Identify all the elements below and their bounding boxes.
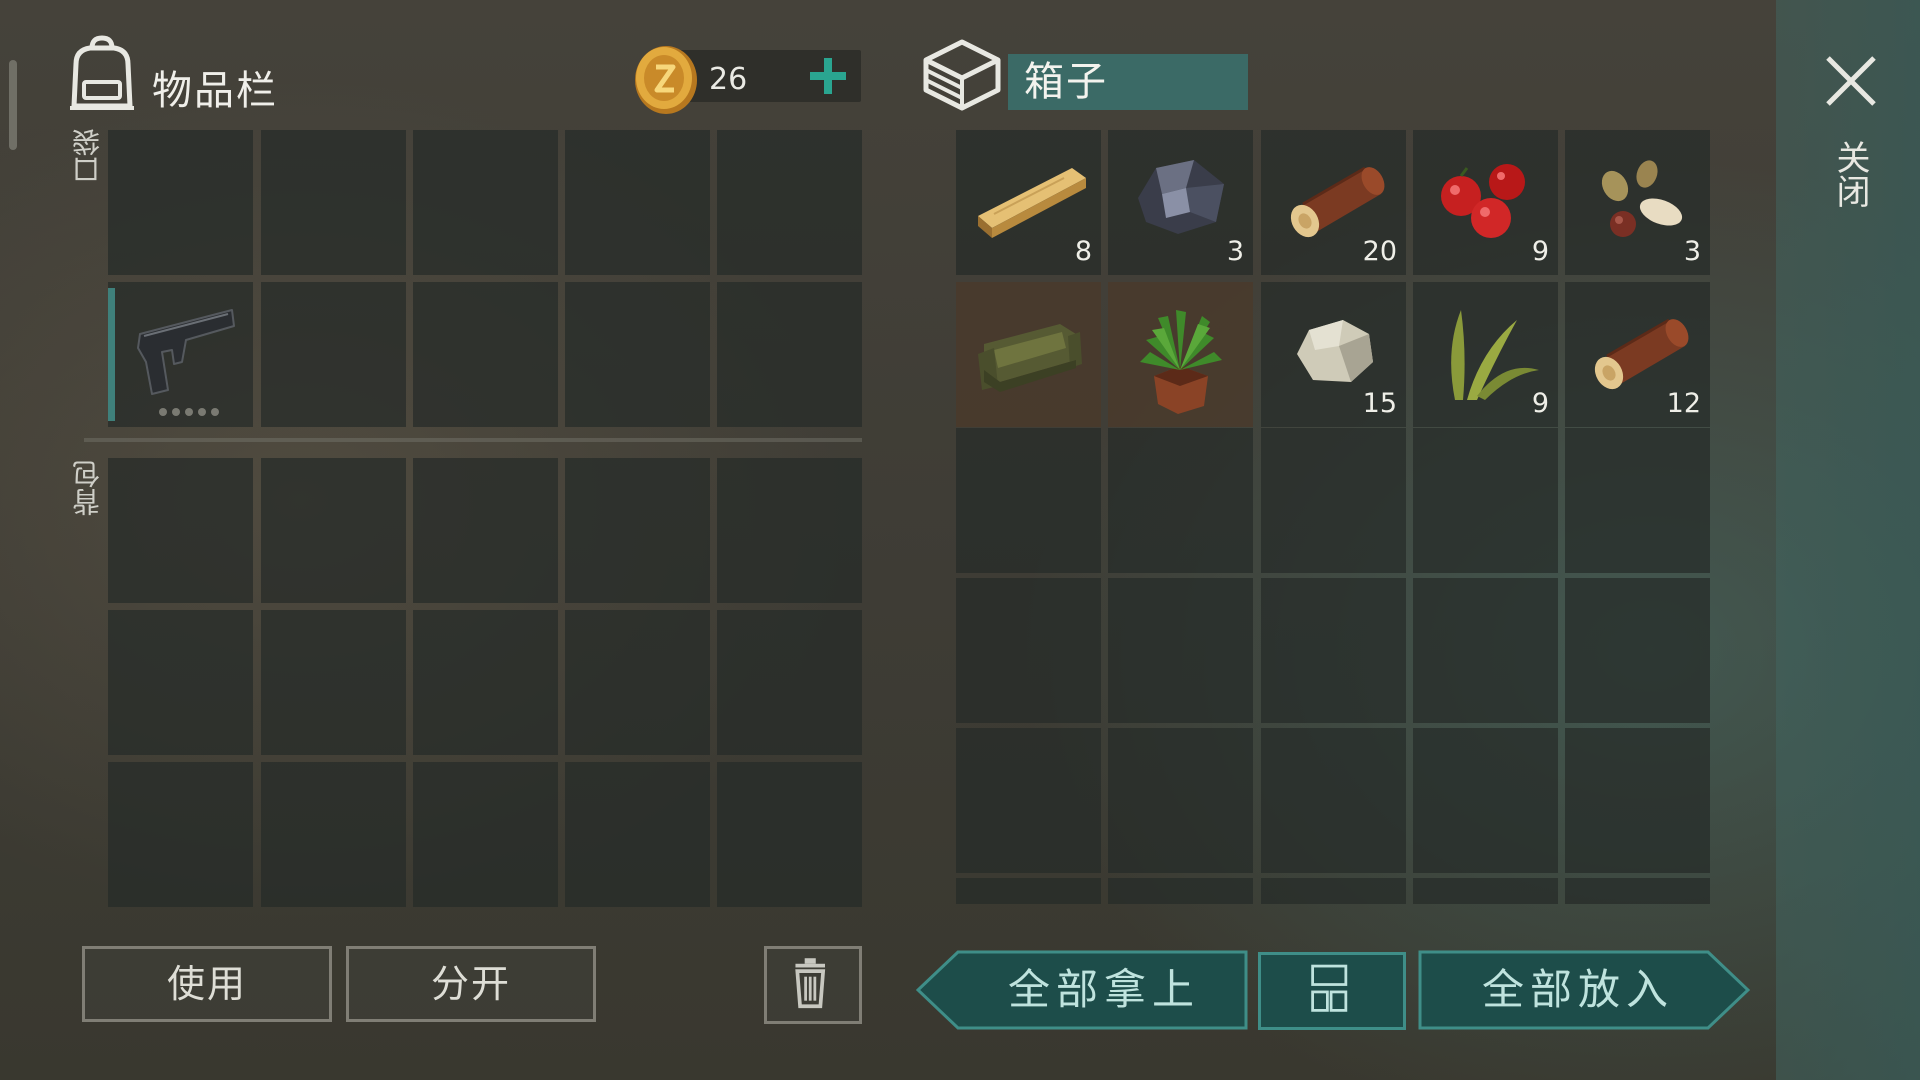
container-slot[interactable] (1108, 578, 1253, 723)
pocket-slot[interactable] (413, 282, 558, 427)
container-slot[interactable] (1261, 578, 1406, 723)
item-quantity: 8 (1074, 236, 1092, 267)
backpack-slot[interactable] (565, 610, 710, 755)
backpack-slot[interactable] (565, 458, 710, 603)
backpack-slot[interactable] (565, 762, 710, 907)
pocket-slot[interactable] (108, 130, 253, 275)
pocket-slot[interactable] (261, 130, 406, 275)
container-slot-potted-plant[interactable] (1108, 282, 1253, 427)
backpack-icon (70, 35, 134, 110)
pocket-slot[interactable] (261, 282, 406, 427)
container-slot-seeds[interactable]: 3 (1565, 130, 1710, 275)
container-slot-berries[interactable]: 9 (1413, 130, 1558, 275)
container-slot[interactable] (1108, 878, 1253, 904)
backpack-label: 背包 (71, 460, 104, 516)
coin-counter: 26 (633, 42, 861, 114)
coin-count: 26 (709, 62, 748, 97)
backpack-slot[interactable] (108, 762, 253, 907)
backpack-slot[interactable] (717, 458, 862, 603)
backpack-slot[interactable] (413, 458, 558, 603)
backpack-slot[interactable] (108, 458, 253, 603)
container-title: 箱子 (1008, 54, 1248, 110)
container-slot[interactable] (1413, 428, 1558, 573)
container-slot-stone[interactable]: 15 (1261, 282, 1406, 427)
pistol-icon (137, 309, 235, 416)
container-slot[interactable] (956, 578, 1101, 723)
item-quantity: 9 (1531, 236, 1549, 267)
container-slot[interactable] (1565, 728, 1710, 873)
backpack-slot[interactable] (261, 762, 406, 907)
inventory-title: 物品栏 (152, 68, 278, 114)
discard-button[interactable] (764, 946, 862, 1024)
potted-plant-icon (1140, 310, 1222, 414)
backpack-slot[interactable] (413, 610, 558, 755)
pocket-slot-pistol[interactable] (108, 282, 253, 427)
container-slot[interactable] (1261, 728, 1406, 873)
put-all-label: 全部放入 (1482, 965, 1675, 1014)
seeds-icon (1601, 160, 1683, 237)
take-all-label: 全部拿上 (1008, 965, 1201, 1014)
close-icon[interactable] (1822, 52, 1880, 110)
pocket-slot[interactable] (717, 130, 862, 275)
backpack-slot[interactable] (717, 762, 862, 907)
backpack-slot[interactable] (717, 610, 862, 755)
container-slot[interactable] (956, 428, 1101, 573)
container-slot[interactable] (1565, 578, 1710, 723)
section-divider (84, 438, 862, 442)
container-slot[interactable] (1413, 578, 1558, 723)
berries-icon (1441, 164, 1525, 238)
pocket-slot[interactable] (565, 282, 710, 427)
container-slot-log[interactable]: 20 (1261, 130, 1406, 275)
backpack-slot[interactable] (261, 458, 406, 603)
container-slot[interactable] (956, 728, 1101, 873)
container-slot[interactable] (956, 878, 1101, 904)
scrollbar-thumb[interactable] (9, 60, 17, 150)
item-quantity: 3 (1226, 236, 1244, 267)
use-button[interactable]: 使用 (82, 946, 332, 1022)
box-icon (923, 39, 1001, 111)
container-slot[interactable] (1108, 428, 1253, 573)
container-slot[interactable] (1565, 428, 1710, 573)
sort-button[interactable] (1258, 952, 1406, 1030)
close-label[interactable]: 关闭 (1830, 140, 1870, 208)
container-slot-sofa[interactable] (956, 282, 1101, 427)
pocket-slot[interactable] (565, 130, 710, 275)
coin-icon (635, 46, 697, 114)
container-slot[interactable] (1565, 878, 1710, 904)
backpack-slot[interactable] (261, 610, 406, 755)
take-all-button[interactable]: 全部拿上 (916, 950, 1248, 1030)
pocket-slot[interactable] (413, 130, 558, 275)
container-slot[interactable] (1108, 728, 1253, 873)
pocket-slot[interactable] (717, 282, 862, 427)
trash-icon (795, 958, 826, 1009)
item-quantity: 20 (1362, 236, 1397, 267)
container-slot[interactable] (1413, 878, 1558, 904)
container-slot-iron-ore[interactable]: 3 (1108, 130, 1253, 275)
container-slot-log[interactable]: 12 (1565, 282, 1710, 427)
sofa-icon (978, 324, 1082, 392)
pocket-label: 口袋 (71, 128, 104, 184)
sort-icon (1311, 964, 1348, 1012)
backpack-slot[interactable] (108, 610, 253, 755)
item-quantity: 15 (1362, 388, 1397, 419)
item-quantity: 9 (1531, 388, 1549, 419)
container-slot[interactable] (1261, 878, 1406, 904)
container-slot[interactable] (1413, 728, 1558, 873)
iron-ore-icon (1138, 160, 1224, 234)
wood-plank-icon (978, 168, 1086, 238)
add-coins-button[interactable] (803, 48, 853, 102)
plant-fiber-icon (1451, 310, 1539, 400)
backpack-slot[interactable] (413, 762, 558, 907)
put-all-button[interactable]: 全部放入 (1418, 950, 1750, 1030)
container-slot-plant-fiber[interactable]: 9 (1413, 282, 1558, 427)
item-quantity: 12 (1666, 388, 1701, 419)
container-slot-wood-plank[interactable]: 8 (956, 130, 1101, 275)
container-slot[interactable] (1261, 428, 1406, 573)
item-quantity: 3 (1683, 236, 1701, 267)
split-button[interactable]: 分开 (346, 946, 596, 1022)
